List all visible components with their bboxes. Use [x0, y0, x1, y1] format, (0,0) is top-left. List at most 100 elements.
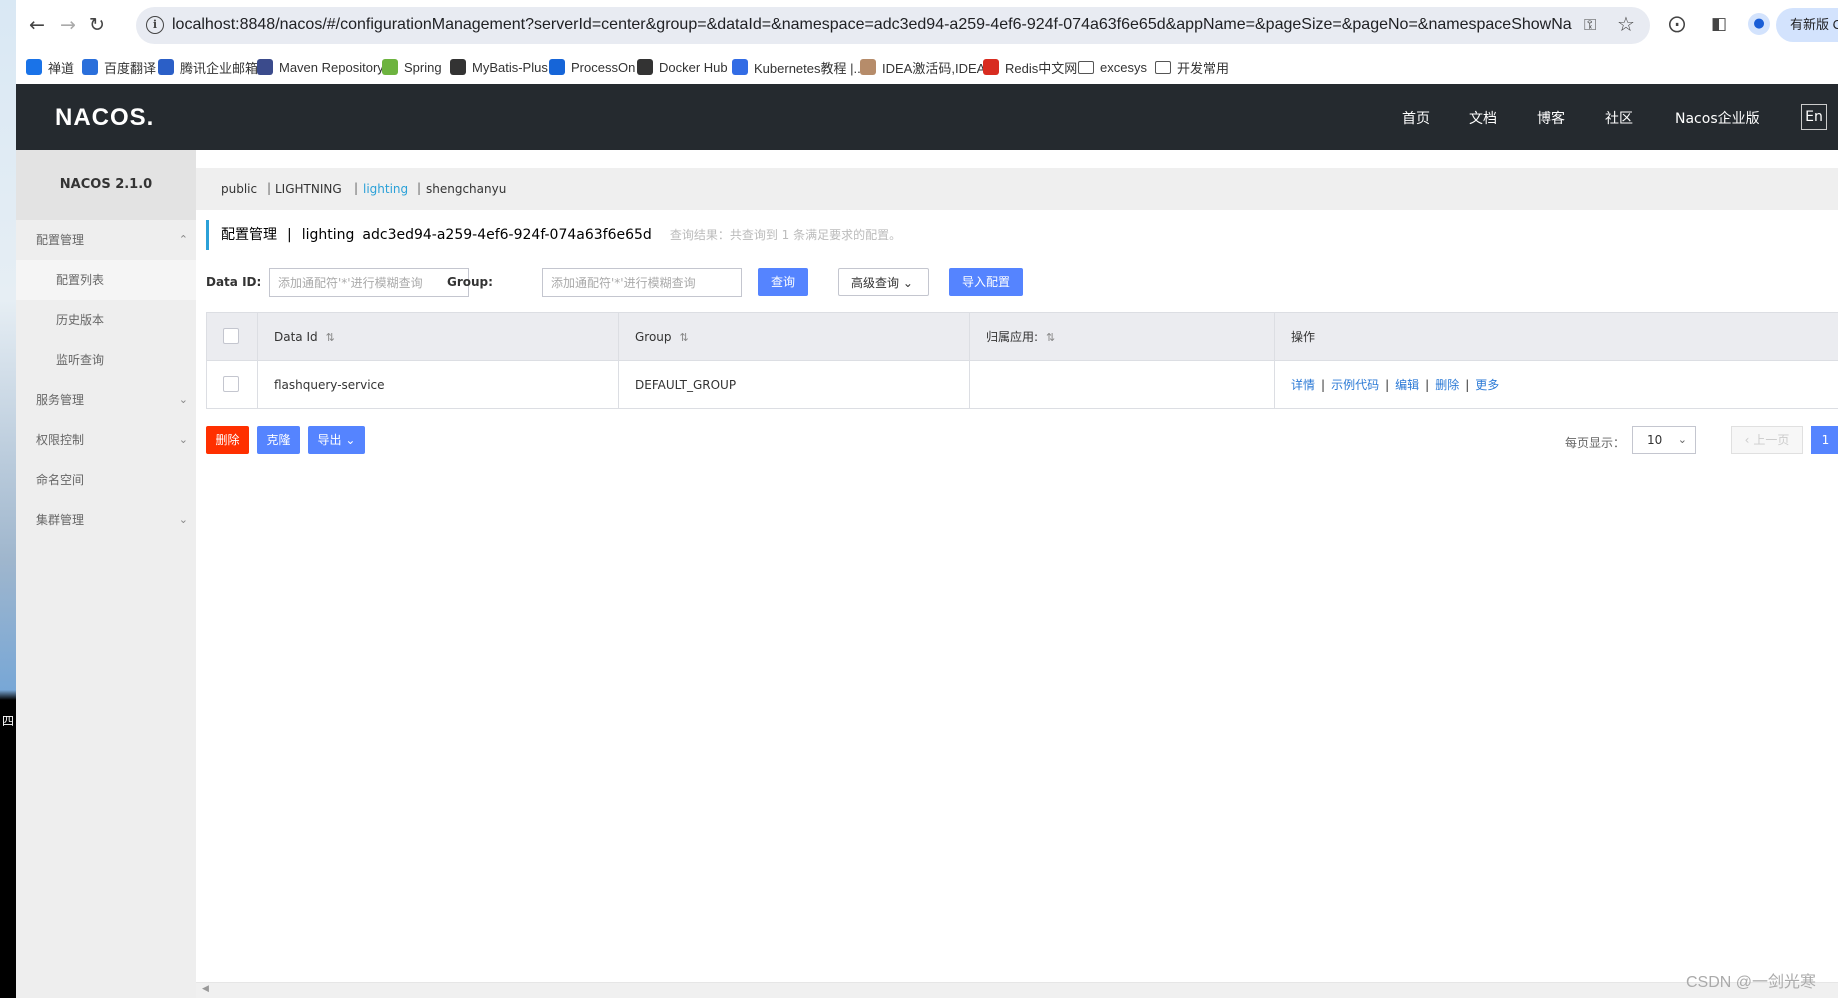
- chevron-down-icon: ⌄: [345, 433, 356, 447]
- forward-arrow-icon[interactable]: →: [55, 12, 81, 38]
- bookmark-item[interactable]: Docker Hub: [637, 56, 728, 78]
- bookmark-item[interactable]: 开发常用: [1155, 56, 1229, 78]
- page-number-button[interactable]: 1: [1811, 426, 1838, 454]
- namespace-separator: |: [417, 181, 422, 195]
- nav-enterprise[interactable]: Nacos企业版: [1675, 108, 1760, 128]
- sidebar-item[interactable]: 配置管理 ⌃: [16, 220, 196, 260]
- dataid-label: Data ID:: [206, 275, 262, 289]
- sidebar-item[interactable]: 服务管理 ⌄: [16, 380, 196, 420]
- export-button[interactable]: 导出 ⌄: [308, 426, 365, 454]
- sidebar-item[interactable]: 集群管理 ⌄: [16, 500, 196, 540]
- clone-button[interactable]: 克隆: [257, 426, 300, 454]
- sidebar-item[interactable]: 监听查询: [16, 340, 196, 380]
- cell-ops: 详情 | 示例代码 | 编辑 | 删除 | 更多: [1274, 361, 1838, 409]
- namespace-shengchanyu[interactable]: shengchanyu: [426, 182, 506, 196]
- sidebar-item[interactable]: 历史版本: [16, 300, 196, 340]
- row-checkbox-cell: [206, 361, 257, 409]
- title-separator: |: [287, 227, 292, 243]
- namespace-separator: |: [267, 181, 272, 195]
- password-key-icon[interactable]: ⚿: [1584, 15, 1596, 35]
- sort-icon[interactable]: ⇅: [1046, 331, 1055, 344]
- site-info-icon[interactable]: i: [146, 16, 164, 34]
- baidu-translate-icon: [82, 59, 98, 75]
- namespace-lighting[interactable]: lighting: [363, 182, 408, 196]
- bookmark-label: Maven Repository: [279, 59, 384, 75]
- extensions-icon[interactable]: ⨀: [1666, 13, 1688, 35]
- horizontal-scrollbar[interactable]: ◀: [196, 982, 1838, 998]
- bookmark-star-icon[interactable]: ☆: [1617, 12, 1635, 36]
- address-bar[interactable]: i localhost:8848/nacos/#/configurationMa…: [136, 7, 1650, 44]
- scroll-left-arrow-icon[interactable]: ◀: [202, 984, 209, 994]
- page-size-select[interactable]: 10 ⌄: [1632, 426, 1696, 454]
- bookmark-item[interactable]: excesys: [1078, 56, 1147, 78]
- sidebar-item[interactable]: 命名空间: [16, 460, 196, 500]
- sidebar-item-label: 集群管理: [36, 513, 85, 527]
- table-footer: 删除 克隆 导出 ⌄ 每页显示： 10 ⌄ ‹ 上一页 1: [206, 426, 1838, 456]
- bookmark-item[interactable]: Maven Repository: [257, 56, 384, 78]
- sort-icon[interactable]: ⇅: [326, 331, 335, 344]
- namespace-lightning[interactable]: LIGHTNING: [275, 182, 342, 196]
- page-size-value: 10: [1647, 433, 1663, 447]
- col-app[interactable]: 归属应用: ⇅: [969, 313, 1274, 361]
- namespace-bar: public | LIGHTNING | lighting | shengcha…: [196, 168, 1838, 210]
- reload-icon[interactable]: ↻: [84, 12, 110, 38]
- import-config-button[interactable]: 导入配置: [949, 268, 1023, 296]
- namespace-public[interactable]: public: [221, 182, 257, 196]
- nav-community[interactable]: 社区: [1605, 108, 1633, 128]
- op-detail-link[interactable]: 详情: [1291, 378, 1315, 392]
- prev-page-button[interactable]: ‹ 上一页: [1731, 426, 1803, 454]
- group-input[interactable]: [542, 268, 742, 297]
- sidebar: NACOS 2.1.0 配置管理 ⌃ 配置列表 历史版本 监听查询 服务管理 ⌄ 权限控制 ⌄ 命…: [16, 150, 196, 998]
- col-group[interactable]: Group ⇅: [618, 313, 969, 361]
- chevron-down-icon: ⌄: [178, 433, 188, 446]
- bookmark-item[interactable]: Redis中文网: [983, 56, 1077, 78]
- op-edit-link[interactable]: 编辑: [1395, 378, 1419, 392]
- bookmark-label: ProcessOn: [571, 59, 636, 75]
- bookmark-item[interactable]: MyBatis-Plus: [450, 56, 548, 78]
- op-more-link[interactable]: 更多: [1475, 378, 1499, 392]
- language-switch[interactable]: En: [1801, 104, 1827, 130]
- url-text[interactable]: localhost:8848/nacos/#/configurationMana…: [172, 16, 1572, 34]
- op-sample-code-link[interactable]: 示例代码: [1331, 378, 1379, 392]
- namespace-separator: |: [354, 181, 359, 195]
- back-arrow-icon[interactable]: ←: [24, 12, 50, 38]
- select-all-checkbox[interactable]: [223, 328, 239, 344]
- side-panel-icon[interactable]: ◧: [1708, 13, 1730, 35]
- spring-icon: [382, 59, 398, 75]
- bookmark-item[interactable]: Kubernetes教程 |...: [732, 56, 864, 78]
- bookmark-item[interactable]: 禅道: [26, 56, 74, 78]
- sort-icon[interactable]: ⇅: [680, 331, 689, 344]
- col-data-id[interactable]: Data Id ⇅: [257, 313, 618, 361]
- export-label: 导出: [317, 433, 342, 447]
- chevron-down-icon: ⌄: [178, 393, 188, 406]
- bookmark-item[interactable]: IDEA激活码,IDEA...: [860, 56, 996, 78]
- bookmark-label: IDEA激活码,IDEA...: [882, 60, 997, 76]
- search-row: Data ID: Group: 查询 高级查询 ⌄ 导入配置: [206, 268, 1826, 298]
- table-row: flashquery-service DEFAULT_GROUP 详情 | 示例代码…: [206, 361, 1838, 409]
- bookmark-label: Kubernetes教程 |...: [754, 60, 865, 76]
- nav-blog[interactable]: 博客: [1537, 108, 1565, 128]
- sidebar-item[interactable]: 配置列表: [16, 260, 196, 300]
- row-checkbox[interactable]: [223, 376, 239, 392]
- config-table: Data Id ⇅ Group ⇅ 归属应用: ⇅ 操作 flashquery-ser…: [206, 312, 1838, 409]
- col-data-id-label: Data Id: [274, 330, 318, 344]
- redis-icon: [983, 59, 999, 75]
- query-button[interactable]: 查询: [758, 268, 808, 296]
- bookmark-item[interactable]: ProcessOn: [549, 56, 635, 78]
- op-delete-link[interactable]: 删除: [1435, 378, 1459, 392]
- dataid-input[interactable]: [269, 268, 469, 297]
- sidebar-item-label: 配置管理: [36, 233, 85, 247]
- bookmark-item[interactable]: Spring: [382, 56, 442, 78]
- nav-home[interactable]: 首页: [1402, 108, 1430, 128]
- bookmark-label: 百度翻译: [104, 60, 157, 76]
- profile-avatar-icon[interactable]: ●: [1748, 13, 1770, 35]
- batch-delete-button[interactable]: 删除: [206, 426, 249, 454]
- sidebar-item[interactable]: 权限控制 ⌄: [16, 420, 196, 460]
- chevron-left-icon: ‹: [1744, 433, 1750, 447]
- bookmark-item[interactable]: 百度翻译: [82, 56, 156, 78]
- update-chrome-button[interactable]: 有新版 Ch: [1776, 8, 1838, 42]
- bookmark-item[interactable]: 腾讯企业邮箱: [158, 56, 258, 78]
- advanced-query-button[interactable]: 高级查询 ⌄: [838, 268, 929, 296]
- nacos-logo[interactable]: NACOS.: [55, 104, 154, 132]
- nav-docs[interactable]: 文档: [1469, 108, 1497, 128]
